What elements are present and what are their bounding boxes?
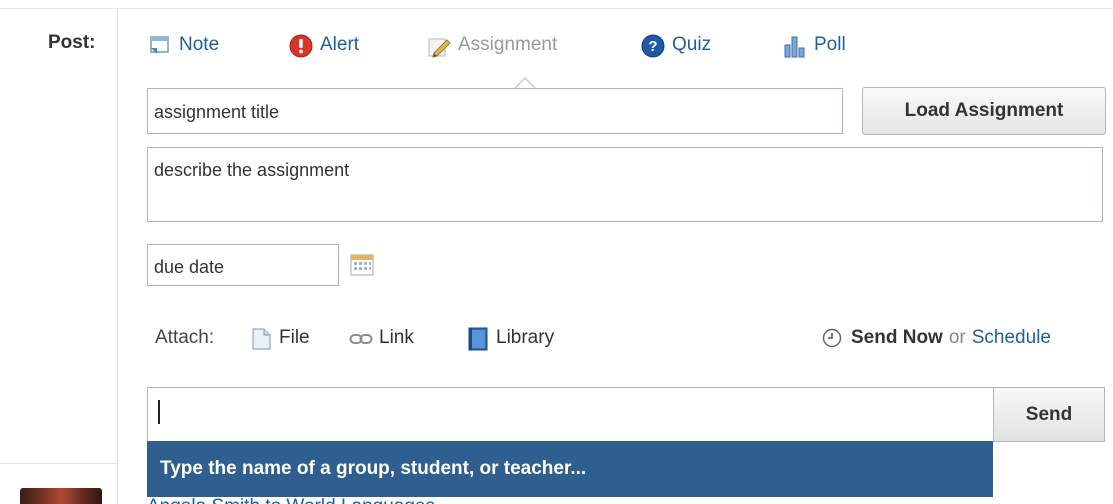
attach-file-label: File — [279, 327, 310, 348]
tab-alert[interactable]: Alert — [289, 30, 359, 60]
assignment-description-input[interactable]: describe the assignment — [147, 147, 1103, 222]
due-date-input[interactable]: due date — [147, 244, 339, 286]
tab-alert-label: Alert — [320, 34, 360, 55]
clock-icon — [822, 328, 842, 348]
recipient-input[interactable] — [147, 387, 995, 442]
pencil-icon — [427, 34, 451, 58]
attach-link-label: Link — [379, 327, 414, 348]
tab-poll-label: Poll — [814, 34, 846, 55]
svg-text:?: ? — [648, 38, 657, 55]
tab-assignment[interactable]: Assignment — [427, 30, 557, 60]
attach-link-button[interactable]: Link — [349, 325, 414, 351]
tab-note-label: Note — [179, 34, 220, 55]
post-label: Post: — [48, 32, 96, 53]
avatar[interactable] — [20, 488, 102, 504]
question-icon: ? — [641, 34, 665, 58]
feed-divider — [0, 463, 117, 464]
recipient-suggestion[interactable]: Type the name of a group, student, or te… — [147, 441, 993, 497]
link-icon — [349, 327, 373, 349]
poll-icon — [783, 34, 805, 58]
tab-quiz[interactable]: ? Quiz — [641, 30, 711, 60]
tab-poll[interactable]: Poll — [783, 30, 846, 60]
attach-file-button[interactable]: File — [249, 325, 310, 351]
column-divider — [117, 8, 118, 504]
alert-icon — [289, 34, 313, 58]
feed-item-author-link[interactable]: Angela Smith to World Languages — [147, 497, 435, 504]
send-button[interactable]: Send — [993, 387, 1105, 442]
attach-library-label: Library — [496, 327, 555, 348]
attach-library-button[interactable]: Library — [466, 325, 554, 351]
load-assignment-button[interactable]: Load Assignment — [862, 87, 1106, 135]
top-divider — [0, 8, 1113, 9]
attach-label: Attach: — [155, 327, 215, 348]
note-icon — [148, 34, 170, 56]
text-cursor — [158, 400, 160, 424]
assignment-title-input[interactable]: assignment title — [147, 88, 843, 134]
tab-quiz-label: Quiz — [672, 34, 712, 55]
send-now-link[interactable]: Send Now — [851, 327, 943, 349]
calendar-icon[interactable] — [349, 252, 375, 278]
tab-note[interactable]: Note — [148, 30, 219, 60]
send-options: Send Now or Schedule — [822, 325, 1051, 351]
library-icon — [466, 327, 488, 351]
or-text: or — [948, 327, 966, 348]
file-icon — [249, 327, 271, 350]
tab-assignment-label: Assignment — [458, 34, 558, 55]
schedule-link[interactable]: Schedule — [972, 327, 1051, 349]
